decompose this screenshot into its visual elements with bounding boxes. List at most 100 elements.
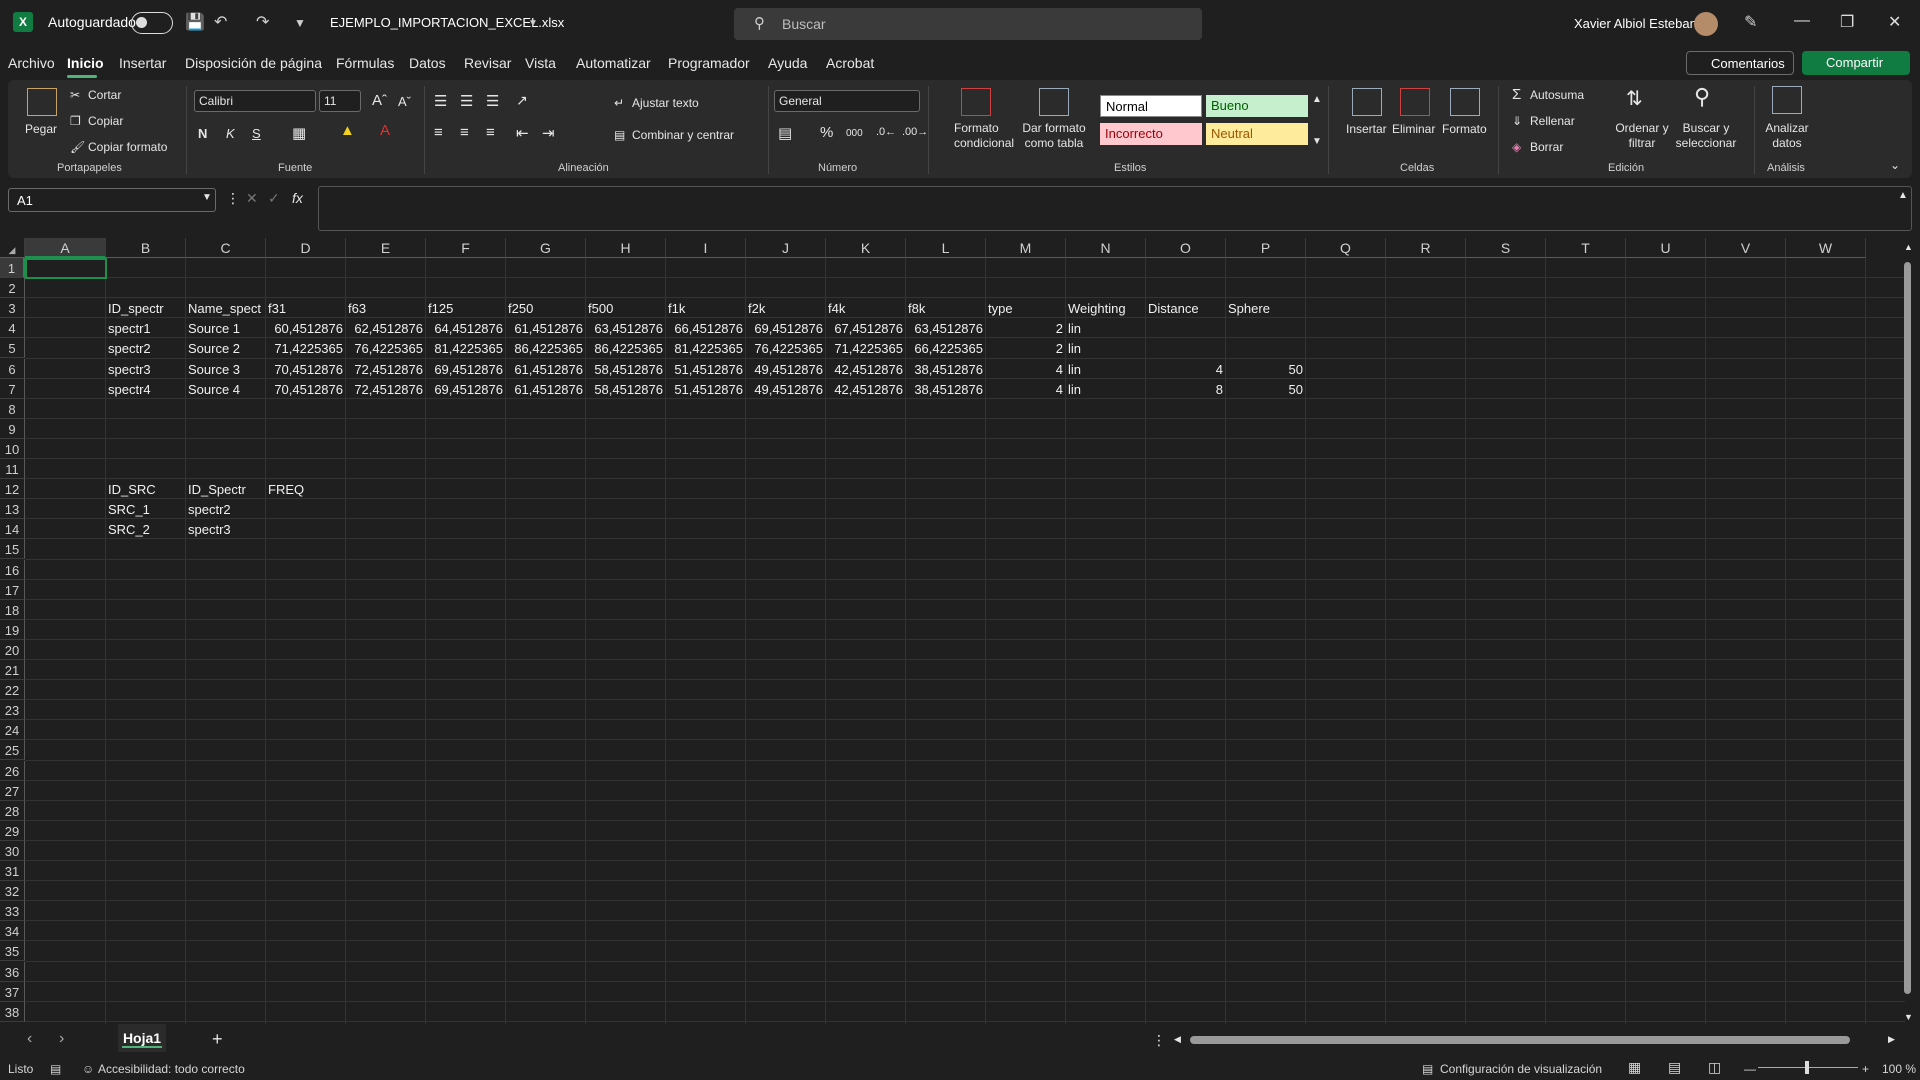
number-format-select[interactable]: General xyxy=(774,90,920,112)
row-header[interactable]: 8 xyxy=(0,398,25,419)
analyze-data-icon[interactable] xyxy=(1772,86,1802,114)
row-header[interactable]: 16 xyxy=(0,559,25,580)
analyze-data-button[interactable]: Analizar datos xyxy=(1762,121,1812,151)
column-header[interactable]: I xyxy=(666,238,746,258)
row-header[interactable]: 4 xyxy=(0,318,25,339)
paste-button[interactable]: Pegar xyxy=(25,122,57,136)
row-header[interactable]: 31 xyxy=(0,861,25,881)
font-color-icon[interactable]: A xyxy=(380,122,390,139)
zoom-level[interactable]: 100 % xyxy=(1882,1062,1916,1076)
scroll-left-icon[interactable]: ◀ xyxy=(1174,1034,1181,1045)
cell-K5[interactable]: 71,4225365 xyxy=(826,338,905,358)
cell-F3[interactable]: f125 xyxy=(426,298,505,318)
cell-B7[interactable]: spectr4 xyxy=(106,379,185,399)
row-header[interactable]: 23 xyxy=(0,700,25,721)
scroll-down-icon[interactable]: ▼ xyxy=(1904,1012,1913,1022)
cell-C14[interactable]: spectr3 xyxy=(186,519,265,539)
row-header[interactable]: 11 xyxy=(0,459,25,479)
align-center-icon[interactable]: ≡ xyxy=(460,124,469,141)
align-right-icon[interactable]: ≡ xyxy=(486,124,495,141)
cell-G4[interactable]: 61,4512876 xyxy=(506,318,585,338)
name-box[interactable]: A1 xyxy=(8,188,216,212)
tab-revisar[interactable]: Revisar xyxy=(464,55,511,71)
align-top-icon[interactable]: ☰ xyxy=(434,92,447,110)
currency-icon[interactable]: ▤ xyxy=(778,124,792,142)
column-header[interactable]: R xyxy=(1386,238,1466,258)
next-sheet-icon[interactable]: › xyxy=(59,1030,64,1048)
find-icon[interactable]: ⚲ xyxy=(1694,84,1710,110)
column-header[interactable]: H xyxy=(586,238,666,258)
cell-D7[interactable]: 70,4512876 xyxy=(266,379,345,399)
insert-cells-button[interactable]: Insertar xyxy=(1346,122,1387,136)
cell-B4[interactable]: spectr1 xyxy=(106,318,185,338)
cell-O6[interactable]: 4 xyxy=(1146,359,1225,379)
wrap-text-icon[interactable]: ↵ xyxy=(614,96,624,110)
cell-L7[interactable]: 38,4512876 xyxy=(906,379,985,399)
cell-C7[interactable]: Source 4 xyxy=(186,379,265,399)
row-header[interactable]: 5 xyxy=(0,338,25,359)
column-header[interactable]: V xyxy=(1706,238,1786,258)
cell-D6[interactable]: 70,4512876 xyxy=(266,359,345,379)
restore-icon[interactable]: ❐ xyxy=(1840,12,1854,32)
cell-P3[interactable]: Sphere xyxy=(1226,298,1305,318)
borders-icon[interactable]: ▦ xyxy=(292,124,306,142)
shrink-font-icon[interactable]: Aˇ xyxy=(398,94,411,109)
cell-O7[interactable]: 8 xyxy=(1146,379,1225,399)
redo-icon[interactable]: ↷ xyxy=(256,12,269,32)
normal-view-icon[interactable]: ▦ xyxy=(1628,1059,1641,1076)
customize-toolbar-icon[interactable]: ▼ xyxy=(294,16,306,30)
formula-menu-icon[interactable]: ⋮ xyxy=(226,190,240,207)
row-header[interactable]: 17 xyxy=(0,579,25,600)
italic-button[interactable]: K xyxy=(226,126,235,141)
cell-N5[interactable]: lin xyxy=(1066,338,1145,358)
accessibility-status[interactable]: Accesibilidad: todo correcto xyxy=(98,1062,245,1076)
cell-E4[interactable]: 62,4512876 xyxy=(346,318,425,338)
cell-C12[interactable]: ID_Spectr xyxy=(186,479,265,499)
row-header[interactable]: 28 xyxy=(0,800,25,821)
row-header[interactable]: 24 xyxy=(0,720,25,741)
column-header[interactable]: T xyxy=(1546,238,1626,258)
add-sheet-icon[interactable]: + xyxy=(212,1029,223,1050)
save-icon[interactable]: 💾 xyxy=(185,12,205,32)
decrease-decimal-icon[interactable]: .00→ xyxy=(902,126,928,138)
tab-datos[interactable]: Datos xyxy=(409,55,446,71)
expand-formula-icon[interactable]: ▲ xyxy=(1898,190,1908,201)
style-bad[interactable]: Incorrecto xyxy=(1100,123,1202,145)
cell-C3[interactable]: Name_spect xyxy=(186,298,265,318)
row-header[interactable]: 20 xyxy=(0,639,25,660)
row-header[interactable]: 12 xyxy=(0,479,25,500)
cell-H7[interactable]: 58,4512876 xyxy=(586,379,665,399)
search-box[interactable]: ⚲ Buscar xyxy=(734,8,1202,40)
format-cells-button[interactable]: Formato xyxy=(1442,122,1487,136)
page-break-icon[interactable]: ◫ xyxy=(1708,1059,1721,1076)
delete-cells-icon[interactable] xyxy=(1400,88,1430,116)
cell-H3[interactable]: f500 xyxy=(586,298,665,318)
style-neutral[interactable]: Neutral xyxy=(1206,123,1308,145)
row-header[interactable]: 3 xyxy=(0,298,25,319)
row-header[interactable]: 14 xyxy=(0,519,25,540)
column-header[interactable]: N xyxy=(1066,238,1146,258)
tab-programador[interactable]: Programador xyxy=(668,55,750,71)
cell-C6[interactable]: Source 3 xyxy=(186,359,265,379)
cell-H4[interactable]: 63,4512876 xyxy=(586,318,665,338)
split-handle-icon[interactable]: ⋮ xyxy=(1152,1032,1166,1049)
tab-vista[interactable]: Vista xyxy=(525,55,556,71)
cell-I5[interactable]: 81,4225365 xyxy=(666,338,745,358)
cell-M4[interactable]: 2 xyxy=(986,318,1065,338)
cell-C5[interactable]: Source 2 xyxy=(186,338,265,358)
column-header[interactable]: C xyxy=(186,238,266,258)
cell-E6[interactable]: 72,4512876 xyxy=(346,359,425,379)
column-header[interactable]: W xyxy=(1786,238,1866,258)
chevron-down-icon[interactable]: ▼ xyxy=(528,18,538,29)
bold-button[interactable]: N xyxy=(198,126,207,141)
undo-icon[interactable]: ↶ xyxy=(214,12,227,32)
cut-icon[interactable]: ✂ xyxy=(70,88,80,102)
thousands-button[interactable]: 000 xyxy=(846,128,863,139)
wrap-text-button[interactable]: Ajustar texto xyxy=(632,96,699,110)
column-header[interactable]: P xyxy=(1226,238,1306,258)
column-header[interactable]: J xyxy=(746,238,826,258)
row-header[interactable]: 9 xyxy=(0,418,25,439)
tab-disposicion[interactable]: Disposición de página xyxy=(185,55,322,71)
row-header[interactable]: 21 xyxy=(0,660,25,680)
zoom-in-icon[interactable]: + xyxy=(1862,1062,1869,1076)
